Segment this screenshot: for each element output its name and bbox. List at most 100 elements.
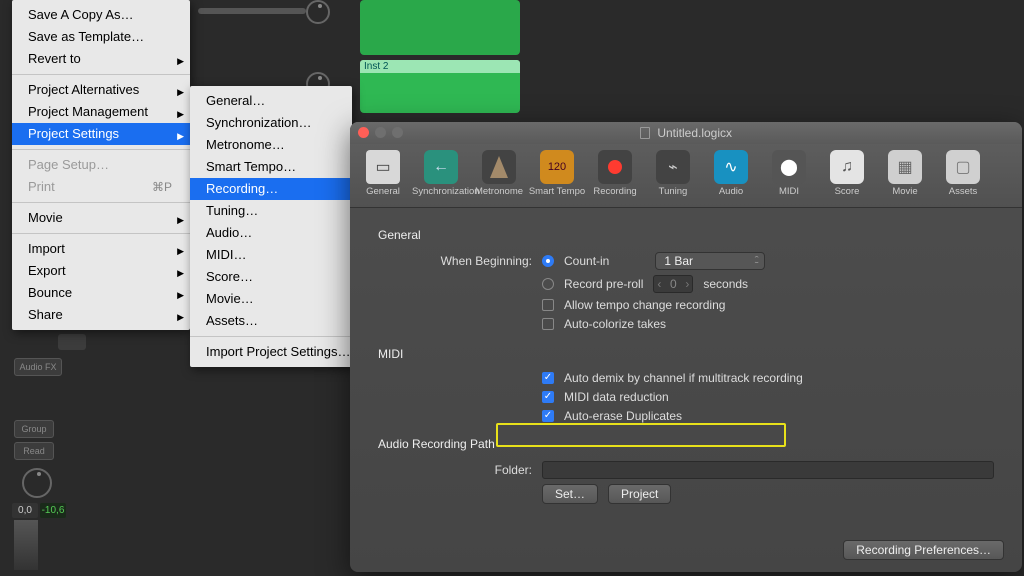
submenu-item[interactable]: Import Project Settings… xyxy=(190,341,352,363)
section-path: Audio Recording Path xyxy=(378,437,994,451)
tab-label: Audio xyxy=(702,186,760,197)
preroll-seconds-field[interactable]: 0 xyxy=(653,275,693,293)
menu-item: Print⌘P xyxy=(12,176,190,198)
auto-erase-checkbox[interactable] xyxy=(542,410,554,422)
midi-reduction-label: MIDI data reduction xyxy=(564,390,669,404)
level-meter xyxy=(14,520,38,570)
auto-colorize-label: Auto-colorize takes xyxy=(564,317,666,331)
tab-label: Metronome xyxy=(470,186,528,197)
project-button[interactable]: Project xyxy=(608,484,671,504)
menu-item[interactable]: Save as Template… xyxy=(12,26,190,48)
tab-audio[interactable]: ∿Audio xyxy=(702,148,760,207)
meter-left: 0,0 xyxy=(12,503,38,518)
submenu-item[interactable]: Recording… xyxy=(190,178,352,200)
count-in-radio[interactable] xyxy=(542,255,554,267)
auto-erase-label: Auto-erase Duplicates xyxy=(564,409,682,423)
file-menu: Save A Copy As…Save as Template…Revert t… xyxy=(12,0,190,330)
set-button[interactable]: Set… xyxy=(542,484,598,504)
tab-recording[interactable]: Recording xyxy=(586,148,644,207)
tab-synchronization[interactable]: ← Synchronization xyxy=(412,148,470,207)
submenu-item[interactable]: Metronome… xyxy=(190,134,352,156)
read-button[interactable]: Read xyxy=(14,442,54,460)
tab-label: Tuning xyxy=(644,186,702,197)
movie-icon: ▦ xyxy=(888,150,922,184)
close-icon[interactable] xyxy=(358,127,369,138)
bars-select[interactable]: 1 Bar xyxy=(655,252,765,270)
tab-label: Synchronization xyxy=(412,186,470,197)
zoom-icon[interactable] xyxy=(392,127,403,138)
group-button[interactable]: Group xyxy=(14,420,54,438)
synchronization-icon: ← xyxy=(424,150,458,184)
submenu-item[interactable]: General… xyxy=(190,90,352,112)
auto-demix-checkbox[interactable] xyxy=(542,372,554,384)
tab-label: Movie xyxy=(876,186,934,197)
tab-movie[interactable]: ▦ Movie xyxy=(876,148,934,207)
tab-midi[interactable]: ⬤ MIDI xyxy=(760,148,818,207)
pan-knob-1[interactable] xyxy=(306,0,330,24)
allow-tempo-label: Allow tempo change recording xyxy=(564,298,725,312)
insert-indicator xyxy=(58,334,86,350)
audiofx-button[interactable]: Audio FX xyxy=(14,358,62,376)
tab-tuning[interactable]: ⌁ Tuning xyxy=(644,148,702,207)
tab-metronome[interactable]: Metronome xyxy=(470,148,528,207)
recording-icon xyxy=(598,150,632,184)
meter-right: -10,6 xyxy=(40,503,66,518)
submenu-item[interactable]: MIDI… xyxy=(190,244,352,266)
project-settings-window: Untitled.logicx ▭ General ← Synchronization… xyxy=(350,122,1022,572)
midi-icon: ⬤ xyxy=(772,150,806,184)
document-icon xyxy=(640,127,650,139)
count-in-label: Count-in xyxy=(564,254,609,268)
midi-reduction-checkbox[interactable] xyxy=(542,391,554,403)
recording-pane: General When Beginning: Count-in 1 Bar R… xyxy=(350,208,1022,572)
metronome-icon xyxy=(482,150,516,184)
folder-label: Folder: xyxy=(432,463,532,477)
tab-label: Smart Tempo xyxy=(528,186,586,197)
settings-toolbar: ▭ General ← SynchronizationMetronome120Smar… xyxy=(350,144,1022,208)
submenu-item[interactable]: Audio… xyxy=(190,222,352,244)
menu-item[interactable]: Import xyxy=(12,238,190,260)
tab-label: Score xyxy=(818,186,876,197)
menu-item[interactable]: Project Alternatives xyxy=(12,79,190,101)
section-general: General xyxy=(378,228,994,242)
window-title: Untitled.logicx xyxy=(657,126,732,140)
menu-item[interactable]: Share xyxy=(12,304,190,326)
channel-pan-knob[interactable] xyxy=(22,468,52,498)
auto-colorize-checkbox[interactable] xyxy=(542,318,554,330)
submenu-item[interactable]: Synchronization… xyxy=(190,112,352,134)
assets-icon: ▢ xyxy=(946,150,980,184)
menu-item[interactable]: Project Management xyxy=(12,101,190,123)
tab-label: Assets xyxy=(934,186,992,197)
submenu-item[interactable]: Assets… xyxy=(190,310,352,332)
preroll-label: Record pre-roll xyxy=(564,277,643,291)
allow-tempo-checkbox[interactable] xyxy=(542,299,554,311)
volume-slider[interactable] xyxy=(198,8,306,14)
submenu-item[interactable]: Smart Tempo… xyxy=(190,156,352,178)
folder-field[interactable] xyxy=(542,461,994,479)
midi-region-2[interactable]: Inst 2 xyxy=(360,60,520,113)
tab-label: Recording xyxy=(586,186,644,197)
tab-score[interactable]: ♫Score xyxy=(818,148,876,207)
menu-item[interactable]: Revert to xyxy=(12,48,190,70)
general-icon: ▭ xyxy=(366,150,400,184)
submenu-item[interactable]: Score… xyxy=(190,266,352,288)
preroll-radio[interactable] xyxy=(542,278,554,290)
tab-label: General xyxy=(354,186,412,197)
submenu-item[interactable]: Movie… xyxy=(190,288,352,310)
tab-smart-tempo[interactable]: 120Smart Tempo xyxy=(528,148,586,207)
menu-item[interactable]: Export xyxy=(12,260,190,282)
window-titlebar[interactable]: Untitled.logicx xyxy=(350,122,1022,144)
menu-item[interactable]: Save A Copy As… xyxy=(12,4,190,26)
tab-general[interactable]: ▭ General xyxy=(354,148,412,207)
menu-item[interactable]: Project Settings xyxy=(12,123,190,145)
tuning-icon: ⌁ xyxy=(656,150,690,184)
recording-preferences-button[interactable]: Recording Preferences… xyxy=(843,540,1004,560)
tab-assets[interactable]: ▢ Assets xyxy=(934,148,992,207)
menu-item[interactable]: Bounce xyxy=(12,282,190,304)
midi-region-1[interactable] xyxy=(360,0,520,55)
when-beginning-label: When Beginning: xyxy=(432,254,532,268)
submenu-item[interactable]: Tuning… xyxy=(190,200,352,222)
region-label: Inst 2 xyxy=(360,60,520,73)
minimize-icon[interactable] xyxy=(375,127,386,138)
menu-item[interactable]: Movie xyxy=(12,207,190,229)
tab-label: MIDI xyxy=(760,186,818,197)
